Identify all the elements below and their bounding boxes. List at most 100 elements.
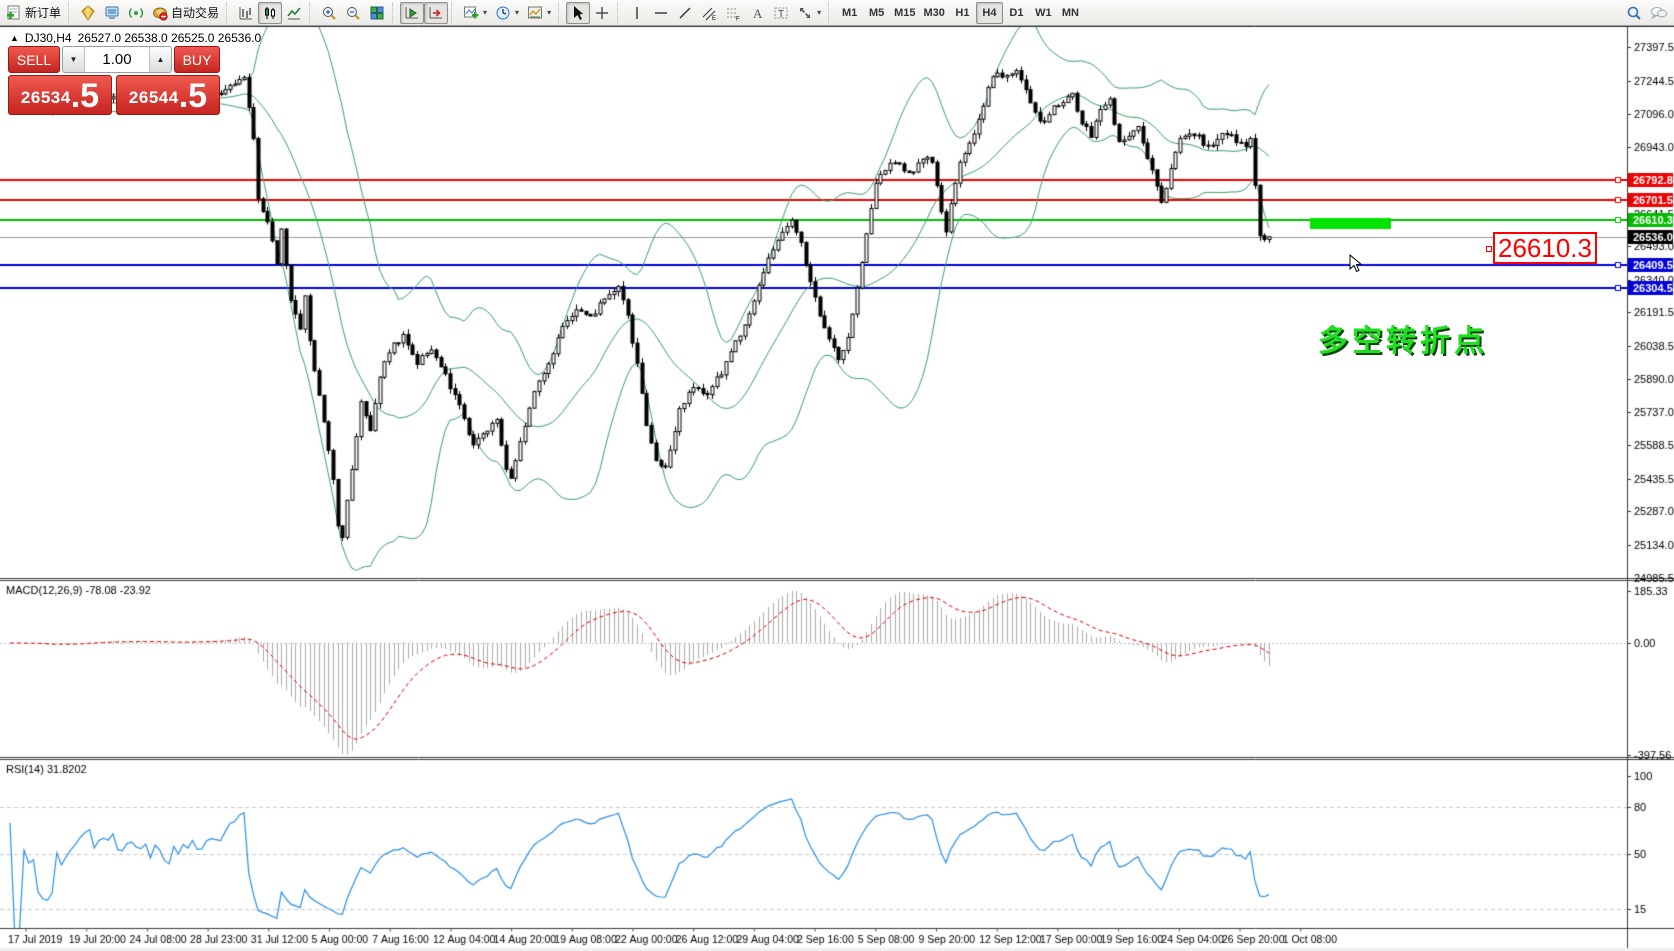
volume-stepper: ▼ 1.00 ▲: [62, 46, 172, 73]
chat-icon: [1650, 5, 1668, 21]
svg-text:E: E: [712, 16, 716, 21]
zoom-in-button[interactable]: [317, 2, 341, 24]
trendline-button[interactable]: [673, 2, 697, 24]
chart-title: ▲ DJ30,H4 26527.0 26538.0 26525.0 26536.…: [10, 31, 261, 45]
timeframe-w1-button[interactable]: W1: [1030, 2, 1057, 24]
svg-text:A: A: [753, 6, 763, 21]
fibonacci-icon: F: [725, 5, 741, 21]
text-icon: A: [749, 5, 765, 21]
metaeditor-button[interactable]: [76, 2, 100, 24]
new-order-label: 新订单: [25, 4, 61, 21]
chinese-note-label[interactable]: 多空转折点: [1318, 316, 1488, 360]
tile-windows-button[interactable]: [365, 2, 389, 24]
crosshair-button[interactable]: [590, 2, 614, 24]
tile-windows-icon: [369, 5, 385, 21]
periods-button[interactable]: ▾: [491, 2, 523, 24]
new-order-icon: [6, 5, 22, 21]
chart-shift-button[interactable]: [424, 2, 448, 24]
sell-price-button[interactable]: 26534.5: [8, 75, 112, 115]
timeframe-group: M1M5M15M30H1H4D1W1MN: [836, 2, 1084, 24]
gem-icon: [80, 5, 96, 21]
callout-handle[interactable]: [1486, 246, 1492, 252]
svg-text:T: T: [778, 9, 784, 20]
indicators-button[interactable]: ▾: [459, 2, 491, 24]
timeframe-h1-button[interactable]: H1: [949, 2, 976, 24]
mouse-cursor-icon: [1348, 254, 1366, 279]
bar-chart-button[interactable]: [234, 2, 258, 24]
buy-price-int: 26544: [129, 88, 179, 112]
buy-tab-button[interactable]: BUY: [174, 46, 220, 73]
bar-chart-icon: [238, 5, 254, 21]
separator: [617, 3, 622, 23]
horizontal-line-icon: [653, 5, 669, 21]
templates-button[interactable]: ▾: [523, 2, 555, 24]
timeframe-m30-button[interactable]: M30: [920, 2, 949, 24]
timeframe-h4-button[interactable]: H4: [976, 2, 1003, 24]
fibonacci-button[interactable]: F: [721, 2, 745, 24]
buy-price-frac: .5: [179, 81, 207, 112]
mt4-window: 新订单 自动交易 ▾ ▾ ▾ E F A T ▾: [0, 0, 1674, 951]
vertical-line-button[interactable]: [625, 2, 649, 24]
signals-button[interactable]: [124, 2, 148, 24]
timeframe-m5-button[interactable]: M5: [863, 2, 890, 24]
auto-scroll-button[interactable]: [400, 2, 424, 24]
signal-icon: [128, 5, 144, 21]
svg-text:F: F: [736, 16, 740, 21]
volume-decrease-button[interactable]: ▼: [63, 47, 85, 72]
separator: [828, 3, 833, 23]
zoom-in-icon: [321, 5, 337, 21]
indicators-icon: [463, 5, 479, 21]
dropdown-arrow: ▾: [817, 8, 821, 17]
chart-window: ▲ DJ30,H4 26527.0 26538.0 26525.0 26536.…: [0, 26, 1674, 951]
timeframe-m15-button[interactable]: M15: [890, 2, 919, 24]
timeframe-d1-button[interactable]: D1: [1003, 2, 1030, 24]
clock-icon: [495, 5, 511, 21]
chart-symbol-period: DJ30,H4: [25, 31, 72, 45]
dropdown-arrow: ▾: [483, 8, 487, 17]
timeframe-m1-button[interactable]: M1: [836, 2, 863, 24]
chart-shift-icon: [428, 5, 444, 21]
volume-increase-button[interactable]: ▲: [149, 47, 171, 72]
chat-button[interactable]: [1646, 2, 1672, 24]
separator: [451, 3, 456, 23]
terminal-button[interactable]: [100, 2, 124, 24]
sell-price-frac: .5: [71, 81, 99, 112]
chart-ohlc: 26527.0 26538.0 26525.0 26536.0: [78, 31, 262, 45]
volume-value[interactable]: 1.00: [85, 47, 149, 72]
horizontal-line-button[interactable]: [649, 2, 673, 24]
auto-scroll-icon: [404, 5, 420, 21]
auto-trading-button[interactable]: 自动交易: [148, 2, 223, 24]
zoom-out-icon: [345, 5, 361, 21]
arrows-button[interactable]: ▾: [793, 2, 825, 24]
sell-tab-button[interactable]: SELL: [8, 46, 60, 73]
timeframe-mn-button[interactable]: MN: [1057, 2, 1084, 24]
separator: [309, 3, 314, 23]
cursor-button[interactable]: [566, 2, 590, 24]
sell-price-int: 26534: [21, 88, 71, 112]
zoom-out-button[interactable]: [341, 2, 365, 24]
search-button[interactable]: [1622, 2, 1646, 24]
search-icon: [1626, 5, 1642, 21]
collapse-panel-icon[interactable]: ▲: [10, 33, 19, 43]
auto-trading-icon: [152, 5, 168, 21]
price-callout-label[interactable]: 26610.3: [1493, 232, 1597, 264]
candlestick-icon: [262, 5, 278, 21]
buy-price-button[interactable]: 26544.5: [116, 75, 220, 115]
text-label-button[interactable]: T: [769, 2, 793, 24]
vertical-line-icon: [629, 5, 645, 21]
new-order-button[interactable]: 新订单: [2, 2, 65, 24]
dropdown-arrow: ▾: [547, 8, 551, 17]
text-button[interactable]: A: [745, 2, 769, 24]
chart-canvas[interactable]: [0, 26, 1674, 951]
candlestick-chart-button[interactable]: [258, 2, 282, 24]
toolbar: 新订单 自动交易 ▾ ▾ ▾ E F A T ▾: [0, 0, 1674, 26]
text-label-icon: T: [773, 5, 789, 21]
line-chart-button[interactable]: [282, 2, 306, 24]
line-chart-icon: [286, 5, 302, 21]
trendline-icon: [677, 5, 693, 21]
dropdown-arrow: ▾: [515, 8, 519, 17]
one-click-trade-panel: SELL ▼ 1.00 ▲ BUY 26534.5 26544.5: [8, 46, 220, 115]
channel-button[interactable]: E: [697, 2, 721, 24]
computer-icon: [104, 5, 120, 21]
crosshair-icon: [594, 5, 610, 21]
